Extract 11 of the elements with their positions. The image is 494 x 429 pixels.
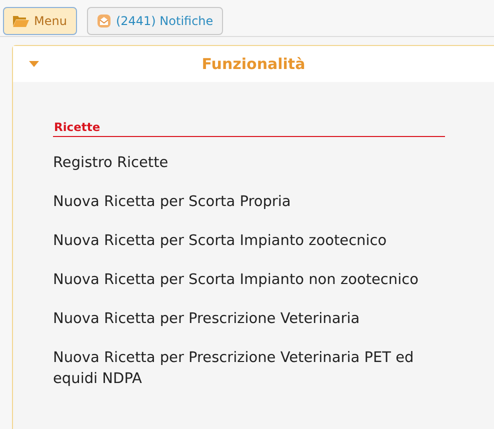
folder-icon: [13, 15, 29, 27]
caret-icon: [29, 61, 39, 67]
menu-link[interactable]: Nuova Ricetta per Prescrizione Veterinaria PET ed equidi NDPA: [53, 348, 445, 390]
menu-link[interactable]: Nuova Ricetta per Scorta Impianto non zootecnico: [53, 270, 445, 291]
menu-link[interactable]: Nuova Ricetta per Scorta Impianto zootecnico: [53, 231, 445, 252]
panel-title: Funzionalità: [202, 55, 306, 73]
section-heading: Ricette: [53, 120, 445, 137]
menu-link[interactable]: Registro Ricette: [53, 153, 445, 174]
envelope-icon: [96, 14, 111, 28]
menu-link[interactable]: Nuova Ricetta per Scorta Propria: [53, 192, 445, 213]
menu-link[interactable]: Nuova Ricetta per Prescrizione Veterinaria: [53, 309, 445, 330]
